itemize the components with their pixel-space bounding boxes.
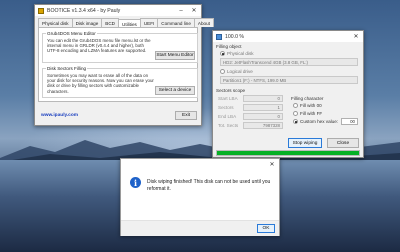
logical-drive-radio[interactable] (220, 69, 225, 74)
fill-ff-radio[interactable] (293, 111, 298, 116)
physical-disk-select[interactable]: HD2: JetFlashTranscend 4GB (3.8 GB, FL:) (220, 58, 358, 66)
bootice-app-icon (38, 7, 44, 14)
website-link[interactable]: www.ipauly.com (41, 113, 78, 118)
end-lba-label: End LBA (218, 114, 237, 119)
dialog-titlebar[interactable]: ✕ (121, 159, 279, 170)
start-lba-field[interactable]: 0 (243, 95, 283, 102)
wiping-progress-bar (216, 150, 360, 156)
dialog-footer: OK (121, 220, 279, 236)
tot-sects-field: 7987328 (243, 122, 283, 129)
info-icon: i (130, 177, 141, 188)
bootice-main-window: BOOTICE v1.3.4 x64 - by Pauly – ✕ Physic… (34, 4, 214, 126)
main-window-title: BOOTICE v1.3.4 x64 - by Pauly (47, 7, 121, 14)
close-icon[interactable]: ✕ (349, 31, 363, 42)
close-button[interactable]: Close (327, 138, 359, 148)
select-device-button[interactable]: Select a device (155, 86, 195, 95)
disk-sectors-filling-group: Disk Sectors Filling Sometimes you may w… (42, 66, 198, 98)
fill-window-icon (216, 33, 222, 40)
end-lba-field[interactable]: 0 (243, 113, 283, 120)
logical-drive-label: Logical drive (227, 69, 253, 74)
fill-window-body: Filling object Physical disk HD2: JetFla… (213, 42, 363, 157)
start-lba-value: 0 (277, 96, 280, 101)
tot-sects-value: 7987328 (262, 123, 280, 128)
main-window-titlebar[interactable]: BOOTICE v1.3.4 x64 - by Pauly – ✕ (35, 5, 201, 16)
sectors-field[interactable]: 1 (243, 104, 283, 111)
main-tab-strip: Physical disk Disk image BCD Utilities U… (35, 16, 214, 28)
logical-drive-select[interactable]: Partition1 (F:) - NTFS, 199.0 MB (220, 76, 358, 84)
sector-filling-window: 100.0 % ✕ Filling object Physical disk H… (212, 30, 364, 158)
dialog-message-line1: Disk wiping finished! This disk can not … (147, 179, 271, 185)
physical-disk-label: Physical disk (227, 51, 254, 56)
utilities-tab-panel: Grub4DOS Menu Editor You can edit the Gr… (38, 27, 198, 102)
ok-button[interactable]: OK (257, 224, 275, 233)
tab-physical-disk[interactable]: Physical disk (38, 18, 73, 27)
grub4dos-group: Grub4DOS Menu Editor You can edit the Gr… (42, 31, 198, 63)
custom-hex-label: Custom hex value: (300, 119, 339, 124)
stop-wiping-button[interactable]: Stop wiping (288, 138, 322, 148)
dialog-message-line2: reformat it. (147, 186, 171, 192)
start-lba-label: Start LBA (218, 96, 238, 101)
dialog-controls: ✕ (265, 159, 279, 170)
fill-00-label: Fill with 00 (300, 103, 322, 108)
minimize-icon[interactable]: – (175, 5, 187, 16)
tab-command-line[interactable]: Command line (157, 18, 195, 27)
fill-00-radio[interactable] (293, 103, 298, 108)
dialog-body: i Disk wiping finished! This disk can no… (121, 170, 279, 220)
sectors-value: 1 (277, 105, 280, 110)
tab-uefi[interactable]: UEFI (139, 18, 159, 27)
grub4dos-group-title: Grub4DOS Menu Editor (46, 31, 97, 36)
grub4dos-description: You can edit the Grub4DOS menu file menu… (47, 38, 151, 54)
fill-window-titlebar[interactable]: 100.0 % ✕ (213, 31, 363, 42)
end-lba-value: 0 (277, 114, 280, 119)
close-icon[interactable]: ✕ (265, 159, 279, 170)
main-window-controls: – ✕ (175, 5, 201, 16)
physical-disk-radio[interactable] (220, 51, 225, 56)
disk-sectors-filling-description: Sometimes you may want to erase all of t… (47, 73, 154, 94)
filling-character-label: Filling character (291, 96, 324, 101)
tab-about[interactable]: About (193, 18, 214, 27)
close-icon[interactable]: ✕ (187, 5, 201, 16)
disk-sectors-filling-title: Disk Sectors Filling (46, 66, 88, 71)
exit-button[interactable]: Exit (175, 111, 197, 120)
tot-sects-label: Tot. Sects (218, 123, 239, 128)
filling-object-label: Filling object (216, 44, 242, 49)
custom-hex-radio[interactable] (293, 119, 298, 124)
sectors-scope-label: Sectors scope (216, 88, 246, 93)
fill-window-controls: ✕ (349, 31, 363, 42)
start-menu-editor-button[interactable]: Start Menu Editor (155, 51, 195, 60)
custom-hex-input[interactable]: 00 (341, 118, 358, 125)
wiping-progress-fill (217, 151, 359, 155)
tab-disk-image[interactable]: Disk image (71, 18, 103, 27)
wiping-finished-dialog: ✕ i Disk wiping finished! This disk can … (120, 158, 280, 236)
fill-window-title: 100.0 % (225, 33, 245, 40)
tab-bcd[interactable]: BCD (101, 18, 119, 27)
sectors-label: Sectors (218, 105, 234, 110)
fill-ff-label: Fill with FF (300, 111, 323, 116)
